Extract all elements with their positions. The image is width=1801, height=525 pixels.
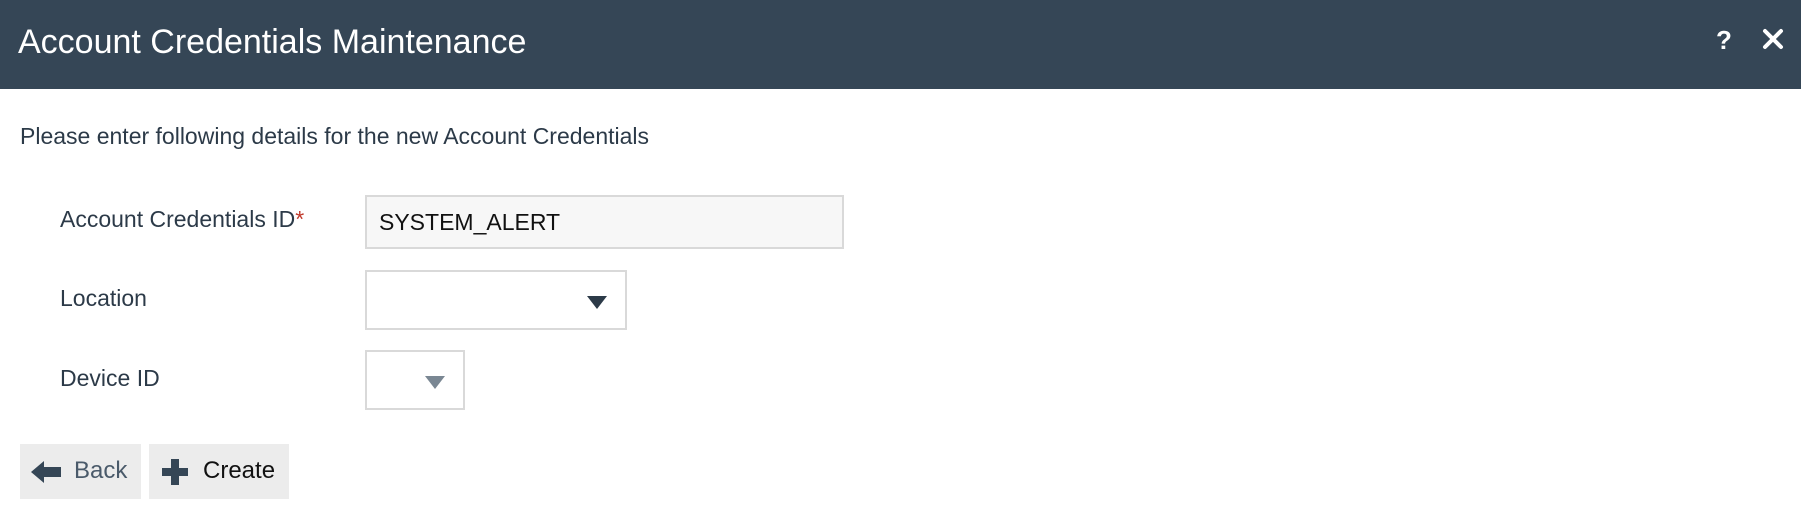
location-label: Location bbox=[60, 285, 147, 311]
device-id-select[interactable] bbox=[365, 350, 465, 410]
plus-icon bbox=[162, 459, 188, 485]
device-id-label: Device ID bbox=[60, 365, 160, 391]
form-instructions: Please enter following details for the n… bbox=[20, 123, 650, 149]
account-credentials-id-label-text: Account Credentials ID bbox=[60, 206, 296, 232]
back-button[interactable]: Back bbox=[20, 444, 141, 499]
chevron-down-icon bbox=[587, 296, 607, 309]
account-credentials-id-input[interactable] bbox=[365, 195, 844, 249]
account-credentials-id-label: Account Credentials ID* bbox=[60, 205, 304, 233]
dialog-title: Account Credentials Maintenance bbox=[18, 23, 527, 61]
back-button-label: Back bbox=[74, 457, 128, 484]
dialog-titlebar: Account Credentials Maintenance ? bbox=[0, 0, 1801, 89]
location-select[interactable] bbox=[365, 270, 627, 330]
chevron-down-icon bbox=[425, 376, 445, 389]
arrow-left-icon bbox=[31, 461, 61, 483]
required-marker: * bbox=[295, 206, 305, 232]
help-button[interactable]: ? bbox=[1712, 24, 1736, 56]
create-button[interactable]: Create bbox=[149, 444, 289, 499]
account-credentials-dialog: Account Credentials Maintenance ? Please… bbox=[0, 0, 1801, 525]
close-icon bbox=[1763, 29, 1783, 49]
create-button-label: Create bbox=[203, 457, 276, 484]
close-button[interactable] bbox=[1758, 24, 1788, 54]
